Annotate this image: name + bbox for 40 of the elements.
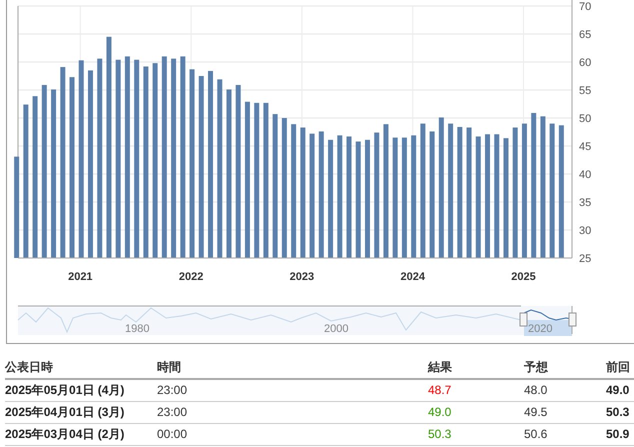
axis-label: 25 (579, 253, 592, 265)
axis-label: 2021 (68, 271, 93, 283)
release-date-cell: 2025年05月01日 (4月) (5, 380, 157, 402)
axis-label: 35 (579, 197, 592, 209)
timeline-label: 2000 (324, 323, 348, 335)
time-cell: 23:00 (157, 380, 428, 402)
range-handle[interactable] (520, 312, 528, 326)
axis-label: 55 (579, 85, 592, 97)
axis-label: 45 (579, 141, 592, 153)
axis-label: 65 (579, 29, 592, 41)
column-header: 予想 (524, 357, 606, 380)
actual-cell: 48.7 (428, 380, 524, 402)
release-date-cell: 2025年04月01日 (3月) (5, 402, 157, 424)
forecast-cell: 48.0 (524, 380, 606, 402)
timeline-label: 1980 (125, 323, 150, 335)
time-cell: 00:00 (157, 424, 428, 446)
column-header: 結果 (428, 357, 524, 380)
forecast-cell: 49.5 (524, 402, 606, 424)
time-cell: 23:00 (157, 402, 428, 424)
axis-label: 2025 (511, 271, 536, 283)
column-header: 時間 (157, 357, 428, 380)
forecast-cell: 50.6 (524, 424, 606, 446)
previous-cell: 49.0 (606, 380, 634, 402)
range-handle[interactable] (568, 312, 576, 326)
axis-label: 2024 (400, 271, 425, 283)
previous-cell: 50.3 (606, 402, 634, 424)
actual-cell: 50.3 (428, 424, 524, 446)
column-header: 前回 (606, 357, 634, 380)
axis-label: 50 (579, 113, 592, 125)
axis-label: 2023 (290, 271, 314, 283)
release-date-cell: 2025年03月04日 (2月) (5, 424, 157, 446)
axis-label: 30 (579, 225, 592, 237)
axis-label: 70 (579, 1, 592, 13)
actual-cell: 49.0 (428, 402, 524, 424)
axis-label: 60 (579, 57, 592, 69)
timeline-label: 2020 (528, 323, 552, 335)
axis-label: 40 (579, 169, 592, 181)
column-header: 公表日時 (5, 357, 157, 380)
previous-cell: 50.9 (606, 424, 634, 446)
axis-label: 2022 (178, 271, 204, 283)
